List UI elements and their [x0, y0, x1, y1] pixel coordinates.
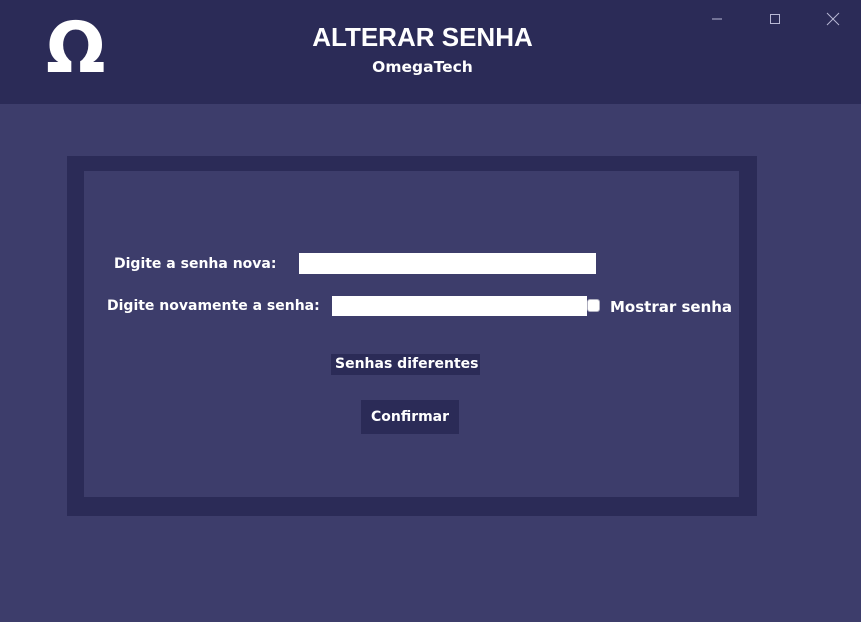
maximize-button[interactable] — [760, 6, 790, 32]
password-mismatch-message: Senhas diferentes — [331, 354, 480, 375]
minimize-icon — [712, 18, 722, 20]
maximize-icon — [770, 14, 780, 24]
repeat-password-label: Digite novamente a senha: — [107, 298, 320, 314]
new-password-label: Digite a senha nova: — [114, 256, 277, 272]
show-password-label[interactable]: Mostrar senha — [610, 298, 732, 316]
header-bar: Ω ALTERAR SENHA OmegaTech — [0, 0, 861, 104]
confirm-button[interactable]: Confirmar — [361, 400, 459, 434]
new-password-input[interactable] — [299, 253, 596, 274]
page-subtitle: OmegaTech — [372, 58, 473, 76]
minimize-button[interactable] — [702, 6, 732, 32]
show-password-checkbox[interactable] — [587, 299, 600, 312]
repeat-password-input[interactable] — [332, 296, 587, 316]
close-button[interactable] — [818, 6, 848, 32]
form-panel: Digite a senha nova: Digite novamente a … — [84, 171, 739, 497]
close-icon — [826, 12, 840, 26]
form-panel-border: Digite a senha nova: Digite novamente a … — [67, 156, 757, 516]
